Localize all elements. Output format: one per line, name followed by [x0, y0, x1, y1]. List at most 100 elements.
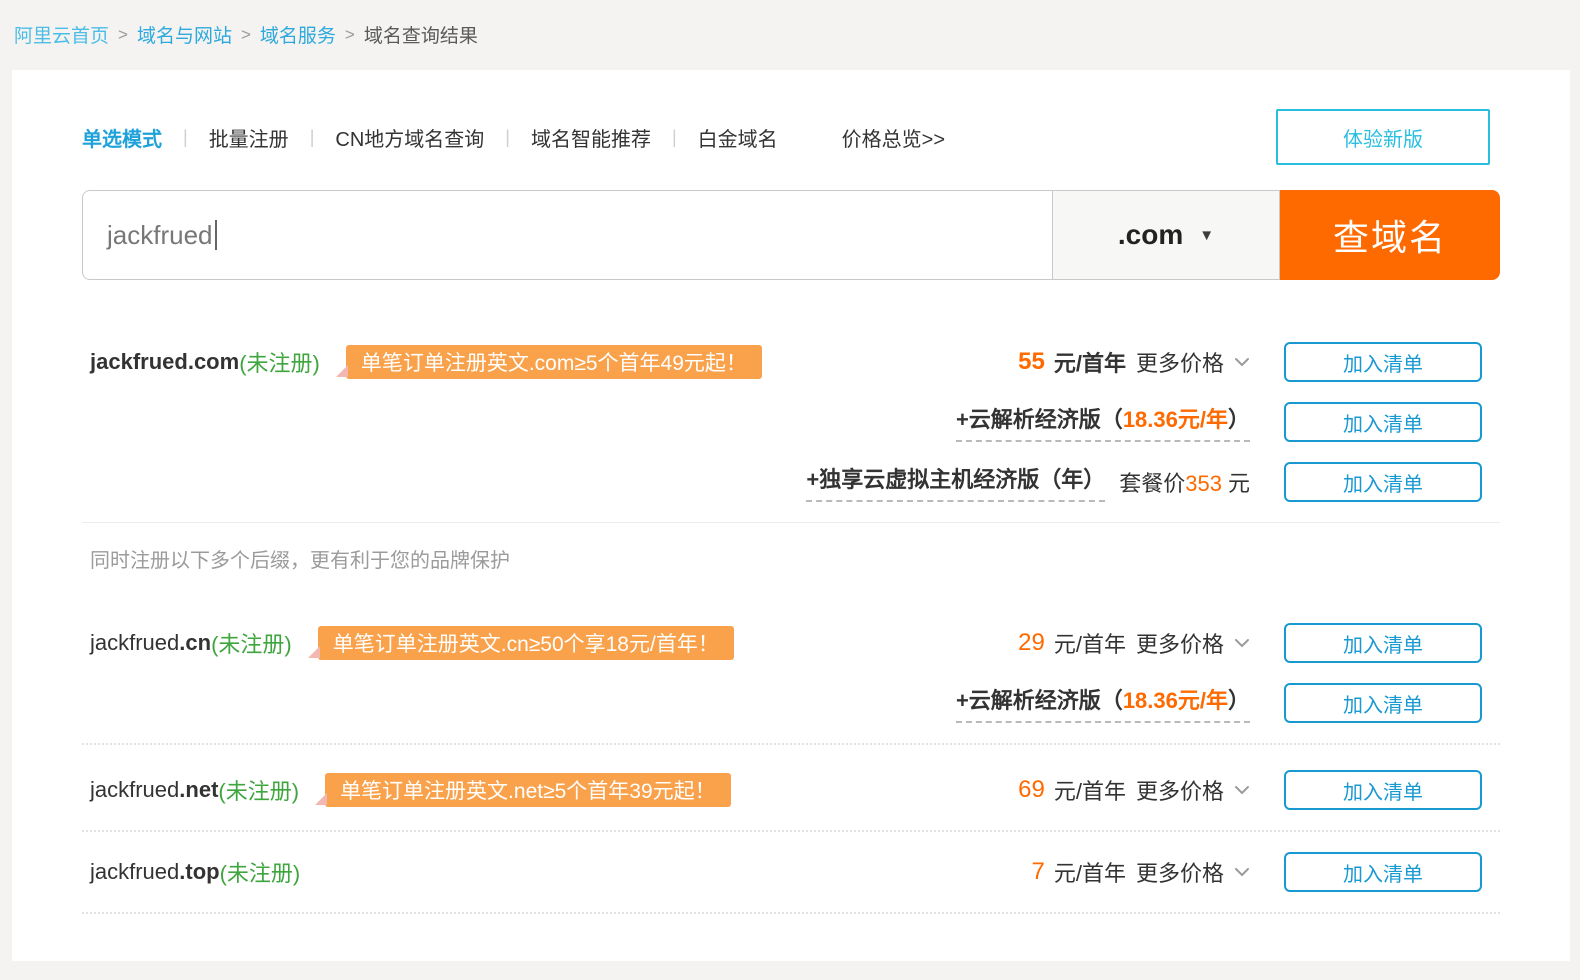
addon-row-dns: +云解析经济版（18.36元/年） 加入清单 — [82, 683, 1500, 723]
domain-prefix: jackfrued — [90, 349, 188, 374]
chevron-down-icon: ▼ — [1199, 227, 1214, 244]
text-cursor — [215, 220, 217, 250]
tld-select-dropdown[interactable]: .com ▼ — [1052, 190, 1280, 280]
addon-name-end: ） — [1228, 407, 1250, 432]
domain-prefix: jackfrued — [90, 777, 179, 802]
breadcrumb-home-link[interactable]: 阿里云首页 — [14, 21, 109, 48]
price-unit: 元/首年 — [1054, 346, 1126, 378]
price-unit: 元/首年 — [1054, 774, 1126, 806]
domain-suffix: .cn — [179, 630, 211, 655]
tab-smart-recommend[interactable]: 域名智能推荐 — [531, 123, 651, 152]
more-prices-link[interactable]: 更多价格 — [1136, 856, 1224, 888]
try-new-version-button[interactable]: 体验新版 — [1276, 109, 1490, 165]
section-divider — [82, 522, 1500, 523]
breadcrumb-separator: > — [241, 25, 251, 45]
addon-name: +云解析经济版（ — [956, 688, 1123, 713]
status-unregistered: (未注册) — [239, 346, 320, 378]
domain-row-top: jackfrued.top (未注册) 7 元/首年 更多价格 加入清单 — [82, 852, 1500, 892]
promo-text: 单笔订单注册英文.cn≥50个享18元/首年！ — [333, 628, 719, 658]
status-unregistered: (未注册) — [220, 856, 301, 888]
tab-separator: | — [672, 127, 677, 148]
package-price: 套餐价353元 — [1119, 466, 1250, 498]
breadcrumb: 阿里云首页 > 域名与网站 > 域名服务 > 域名查询结果 — [0, 0, 1580, 48]
status-unregistered: (未注册) — [218, 774, 299, 806]
more-prices-link[interactable]: 更多价格 — [1136, 627, 1224, 659]
domain-row-cn: jackfrued.cn (未注册) 单笔订单注册英文.cn≥50个享18元/首… — [82, 623, 1500, 663]
ribbon-tail-icon — [308, 645, 320, 659]
domain-search-card: 单选模式 | 批量注册 | CN地方域名查询 | 域名智能推荐 | 白金域名 价… — [12, 70, 1570, 961]
addon-name: +独享云虚拟主机经济版（年） — [806, 467, 1105, 492]
brand-protection-tip: 同时注册以下多个后缀，更有利于您的品牌保护 — [90, 547, 1500, 575]
search-input[interactable]: jackfrued — [82, 190, 1052, 280]
addon-name: +云解析经济版（ — [956, 407, 1123, 432]
package-price-label: 套餐价 — [1119, 471, 1185, 496]
tab-single-mode[interactable]: 单选模式 — [82, 123, 162, 152]
domain-name: jackfrued.top — [90, 859, 220, 885]
add-to-list-button[interactable]: 加入清单 — [1284, 770, 1482, 810]
price-value: 29 — [1018, 629, 1045, 657]
breadcrumb-domains-sites-link[interactable]: 域名与网站 — [137, 21, 232, 48]
domain-name: jackfrued.net — [90, 777, 218, 803]
domain-row-net: jackfrued.net (未注册) 单笔订单注册英文.net≥5个首年39元… — [82, 770, 1500, 810]
status-unregistered: (未注册) — [211, 627, 292, 659]
add-to-list-button[interactable]: 加入清单 — [1284, 623, 1482, 663]
domain-suffix: .com — [188, 349, 239, 374]
tab-cn-regional-query[interactable]: CN地方域名查询 — [335, 123, 484, 152]
addon-label[interactable]: +云解析经济版（18.36元/年） — [956, 683, 1250, 723]
chevron-down-icon[interactable] — [1234, 357, 1250, 367]
domain-name: jackfrued.cn — [90, 630, 211, 656]
price-line: 7 元/首年 更多价格 — [1032, 856, 1251, 888]
search-results: jackfrued.com (未注册) 单笔订单注册英文.com≥5个首年49元… — [82, 342, 1500, 914]
more-prices-link[interactable]: 更多价格 — [1136, 774, 1224, 806]
search-domain-button[interactable]: 查域名 — [1280, 190, 1500, 280]
domain-name: jackfrued.com — [90, 349, 239, 375]
breadcrumb-separator: > — [118, 25, 128, 45]
add-to-list-button[interactable]: 加入清单 — [1284, 683, 1482, 723]
addon-price: 18.36元/年 — [1123, 407, 1228, 432]
search-input-value: jackfrued — [107, 220, 213, 251]
promo-text: 单笔订单注册英文.net≥5个首年39元起！ — [340, 775, 716, 805]
tab-batch-register[interactable]: 批量注册 — [209, 123, 289, 152]
domain-row-com: jackfrued.com (未注册) 单笔订单注册英文.com≥5个首年49元… — [82, 342, 1500, 382]
domain-prefix: jackfrued — [90, 859, 179, 884]
price-overview-link[interactable]: 价格总览>> — [842, 123, 945, 152]
add-to-list-button[interactable]: 加入清单 — [1284, 402, 1482, 442]
more-prices-link[interactable]: 更多价格 — [1136, 346, 1224, 378]
row-divider — [82, 830, 1500, 832]
breadcrumb-domain-service-link[interactable]: 域名服务 — [260, 21, 336, 48]
addon-price: 18.36元/年 — [1123, 688, 1228, 713]
domain-prefix: jackfrued — [90, 630, 179, 655]
chevron-down-icon[interactable] — [1234, 785, 1250, 795]
add-to-list-button[interactable]: 加入清单 — [1284, 462, 1482, 502]
domain-search-bar: jackfrued .com ▼ 查域名 — [82, 190, 1500, 280]
chevron-down-icon[interactable] — [1234, 867, 1250, 877]
breadcrumb-current-page: 域名查询结果 — [364, 21, 478, 48]
price-line: 69 元/首年 更多价格 — [1018, 774, 1250, 806]
addon-name-end: ） — [1228, 688, 1250, 713]
promo-badge: 单笔订单注册英文.cn≥50个享18元/首年！ — [318, 626, 734, 660]
price-line: 55 元/首年 更多价格 — [1018, 346, 1250, 378]
tld-selected-value: .com — [1118, 219, 1183, 251]
promo-badge: 单笔订单注册英文.net≥5个首年39元起！ — [325, 773, 731, 807]
addon-label[interactable]: +云解析经济版（18.36元/年） — [956, 402, 1250, 442]
addon-row-hosting: +独享云虚拟主机经济版（年） 套餐价353元 加入清单 — [82, 462, 1500, 502]
breadcrumb-separator: > — [345, 25, 355, 45]
package-price-value: 353 — [1185, 471, 1222, 496]
price-value: 7 — [1032, 858, 1045, 886]
tab-platinum-domains[interactable]: 白金域名 — [698, 123, 778, 152]
tab-separator: | — [310, 127, 315, 148]
addon-label[interactable]: +独享云虚拟主机经济版（年） — [806, 462, 1105, 502]
package-price-unit: 元 — [1228, 471, 1250, 496]
add-to-list-button[interactable]: 加入清单 — [1284, 852, 1482, 892]
row-divider — [82, 743, 1500, 745]
chevron-down-icon[interactable] — [1234, 638, 1250, 648]
add-to-list-button[interactable]: 加入清单 — [1284, 342, 1482, 382]
tab-separator: | — [505, 127, 510, 148]
domain-suffix: .top — [179, 859, 219, 884]
price-line: 29 元/首年 更多价格 — [1018, 627, 1250, 659]
mode-tabs: 单选模式 | 批量注册 | CN地方域名查询 | 域名智能推荐 | 白金域名 价… — [82, 108, 1500, 166]
ribbon-tail-icon — [315, 792, 327, 806]
addon-row-dns: +云解析经济版（18.36元/年） 加入清单 — [82, 402, 1500, 442]
row-divider — [82, 912, 1500, 914]
price-unit: 元/首年 — [1054, 856, 1126, 888]
